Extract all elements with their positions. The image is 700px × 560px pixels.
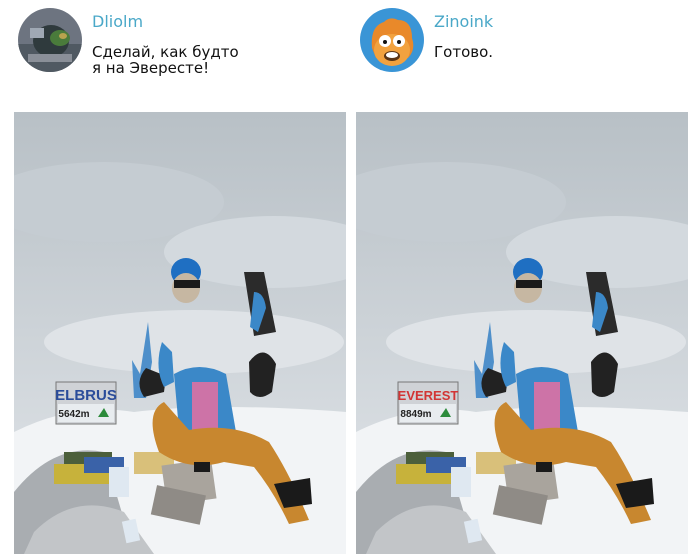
chat-message: Zinoink Готово. <box>356 0 688 112</box>
message-text: Готово. <box>434 44 493 60</box>
summit-sign-height: 8849m <box>400 409 431 420</box>
summit-sign-name: EVEREST <box>398 388 459 403</box>
message-text: Сделай, как будто я на Эвересте! <box>92 44 239 76</box>
summit-sign-height: 5642m <box>58 409 89 420</box>
chat-message: Dliolm Сделай, как будто я на Эвересте! <box>14 0 346 112</box>
summit-sign-name: ELBRUS <box>55 387 117 404</box>
author-name[interactable]: Dliolm <box>92 12 143 31</box>
photo-edited[interactable]: EVEREST 8849m <box>356 112 688 554</box>
message-column-zinoink: Zinoink Готово. <box>356 0 688 112</box>
message-column-dliolm: Dliolm Сделай, как будто я на Эвересте! <box>14 0 346 112</box>
photo-original[interactable]: ELBRUS 5642m <box>14 112 346 554</box>
avatar[interactable] <box>18 8 82 72</box>
message-line: Сделай, как будто <box>92 43 239 61</box>
avatar[interactable] <box>360 8 424 72</box>
message-line: я на Эвересте! <box>92 59 210 77</box>
message-line: Готово. <box>434 43 494 61</box>
author-name[interactable]: Zinoink <box>434 12 493 31</box>
